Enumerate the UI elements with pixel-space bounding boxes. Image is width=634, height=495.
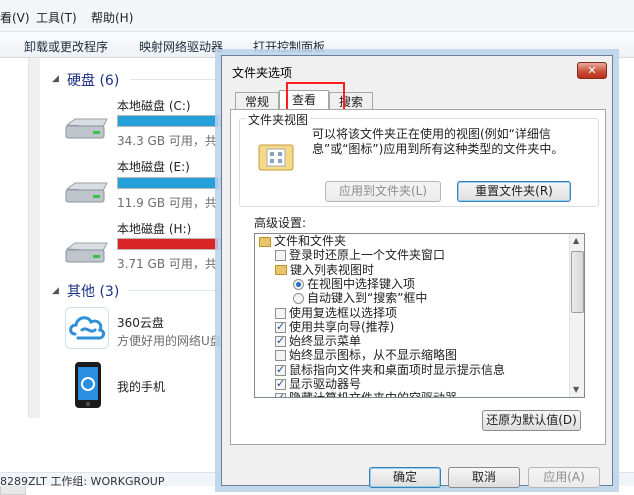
tree-item-label: 使用共享向导(推荐) (289, 319, 395, 334)
tree-item: 文件和文件夹 (259, 234, 346, 248)
collapse-arrow-icon[interactable]: ◢ (52, 74, 59, 84)
checkbox[interactable] (275, 391, 286, 397)
tree-item-label: 文件和文件夹 (274, 234, 347, 248)
tree-item[interactable]: 始终显示图标，从不显示缩略图 (275, 348, 457, 362)
folder-view-description: 可以将该文件夹正在使用的视图(例如“详细信息”或“图标”)应用到所有这种类型的文… (312, 127, 564, 156)
tree-item-label: 在视图中选择键入项 (307, 276, 416, 291)
scroll-thumb[interactable] (571, 251, 584, 313)
phone-icon (73, 361, 103, 409)
tree-item: 键入列表视图时 (275, 263, 374, 277)
tree-item-label: 始终显示图标，从不显示缩略图 (289, 348, 458, 363)
folder-options-dialog: 文件夹选项 ✕ 常规 查看 搜索 文件夹视图 可以将该文件夹正在使用的视图(例如… (221, 55, 613, 488)
checkbox[interactable] (275, 350, 286, 362)
drive-usage-bar (117, 115, 221, 127)
hard-drive-icon (63, 181, 109, 205)
drive-free-space: 3.71 GB 可用，共 (117, 257, 217, 271)
section-divider (130, 79, 222, 80)
drive-free-space: 34.3 GB 可用，共 (117, 134, 217, 148)
map-network-drive-button[interactable]: 映射网络驱动器 (139, 38, 223, 55)
checkbox[interactable] (275, 363, 286, 377)
scroll-up-icon[interactable]: ▲ (573, 236, 579, 245)
navigation-scrollbar[interactable] (28, 58, 40, 418)
phone-name[interactable]: 我的手机 (117, 378, 165, 395)
tree-item[interactable]: 显示驱动器号 (275, 377, 361, 391)
menu-tools[interactable]: 工具(T) (36, 9, 77, 26)
tree-item[interactable]: 登录时还原上一个文件夹窗口 (275, 248, 445, 262)
radio-button[interactable] (293, 278, 304, 290)
checkbox[interactable] (275, 377, 286, 391)
checkbox[interactable] (275, 250, 286, 262)
advanced-settings-tree[interactable]: 文件和文件夹 登录时还原上一个文件夹窗口 键入列表视图时 在视图中选择键入项 自动键入到… (254, 233, 585, 398)
tree-item-label: 键入列表视图时 (290, 262, 375, 277)
tree-item[interactable]: 隐藏计算机文件夹中的空驱动器 (275, 391, 457, 397)
drive-usage-bar (117, 177, 221, 189)
drive-free-space: 11.9 GB 可用，共 (117, 196, 217, 210)
tree-item-label: 使用复选框以选择项 (289, 305, 398, 320)
close-button[interactable]: ✕ (577, 62, 607, 79)
drive-usage-fill (118, 178, 218, 188)
section-title-others: 其他 (3) (67, 284, 120, 300)
advanced-settings-label: 高级设置: (254, 216, 307, 230)
drive-usage-bar (117, 238, 221, 250)
cloud-drive-name[interactable]: 360云盘 (117, 314, 164, 331)
navigation-pane (0, 58, 40, 495)
checkbox[interactable] (275, 334, 286, 348)
folder-icon (275, 265, 287, 276)
tree-item-label: 自动键入到“搜索”框中 (307, 291, 428, 306)
tree-item-label: 隐藏计算机文件夹中的空驱动器 (289, 391, 457, 397)
radio-button[interactable] (293, 293, 304, 305)
tree-item-label: 鼠标指向文件夹和桌面项时显示提示信息 (289, 362, 506, 377)
tree-item[interactable]: 在视图中选择键入项 (293, 277, 415, 291)
reset-folders-button[interactable]: 重置文件夹(R) (457, 181, 571, 202)
highlight-box (286, 82, 345, 111)
scroll-down-icon[interactable]: ▼ (573, 385, 579, 394)
ok-button[interactable]: 确定 (369, 467, 441, 488)
folder-view-legend: 文件夹视图 (246, 111, 311, 128)
tree-item-label: 登录时还原上一个文件夹窗口 (289, 248, 446, 263)
section-title-hard-disks: 硬盘 (6) (67, 73, 120, 89)
dialog-title: 文件夹选项 (232, 66, 293, 80)
cancel-button[interactable]: 取消 (448, 467, 520, 488)
hard-drive-icon (63, 117, 109, 141)
checkbox[interactable] (275, 307, 286, 319)
drive-name[interactable]: 本地磁盘 (H:) (117, 220, 191, 237)
folder-view-icon (258, 141, 294, 171)
menu-help[interactable]: 帮助(H) (91, 9, 133, 26)
tree-item[interactable]: 使用共享向导(推荐) (275, 320, 394, 334)
tree-item-label: 始终显示菜单 (289, 334, 362, 349)
drive-usage-fill (118, 239, 218, 249)
uninstall-program-button[interactable]: 卸载或更改程序 (24, 38, 108, 55)
tree-item[interactable]: 始终显示菜单 (275, 334, 361, 348)
apply-to-folders-button[interactable]: 应用到文件夹(L) (325, 181, 441, 202)
cloud-drive-description: 方便好用的网络U盘 (117, 334, 222, 348)
drive-name[interactable]: 本地磁盘 (E:) (117, 158, 190, 175)
tree-item[interactable]: 鼠标指向文件夹和桌面项时显示提示信息 (275, 363, 505, 377)
menu-view[interactable]: 看(V) (0, 9, 30, 26)
open-control-panel-button[interactable]: 打开控制面板 (253, 38, 325, 55)
drive-name[interactable]: 本地磁盘 (C:) (117, 97, 191, 114)
tree-item-label: 显示驱动器号 (289, 377, 362, 391)
checkbox[interactable] (275, 320, 286, 334)
folder-icon (259, 236, 271, 247)
close-icon: ✕ (587, 64, 597, 77)
view-tab-panel: 文件夹视图 可以将该文件夹正在使用的视图(例如“详细信息”或“图标”)应用到所有… (230, 109, 606, 445)
status-text: 8289ZLT 工作组: WORKGROUP (0, 475, 165, 488)
collapse-arrow-icon[interactable]: ◢ (52, 286, 59, 296)
drive-usage-fill (118, 116, 218, 126)
menu-bar: 看(V) 工具(T) 帮助(H) (0, 0, 634, 32)
apply-button[interactable]: 应用(A) (528, 467, 600, 488)
tree-item[interactable]: 使用复选框以选择项 (275, 306, 397, 320)
tree-item[interactable]: 自动键入到“搜索”框中 (293, 291, 427, 305)
tree-scrollbar[interactable]: ▲ ▼ (569, 234, 584, 397)
restore-defaults-button[interactable]: 还原为默认值(D) (482, 410, 581, 431)
section-divider (127, 290, 222, 291)
hard-drive-icon (63, 241, 109, 265)
folder-view-group: 文件夹视图 可以将该文件夹正在使用的视图(例如“详细信息”或“图标”)应用到所有… (239, 111, 599, 207)
cloud-icon (65, 307, 109, 349)
